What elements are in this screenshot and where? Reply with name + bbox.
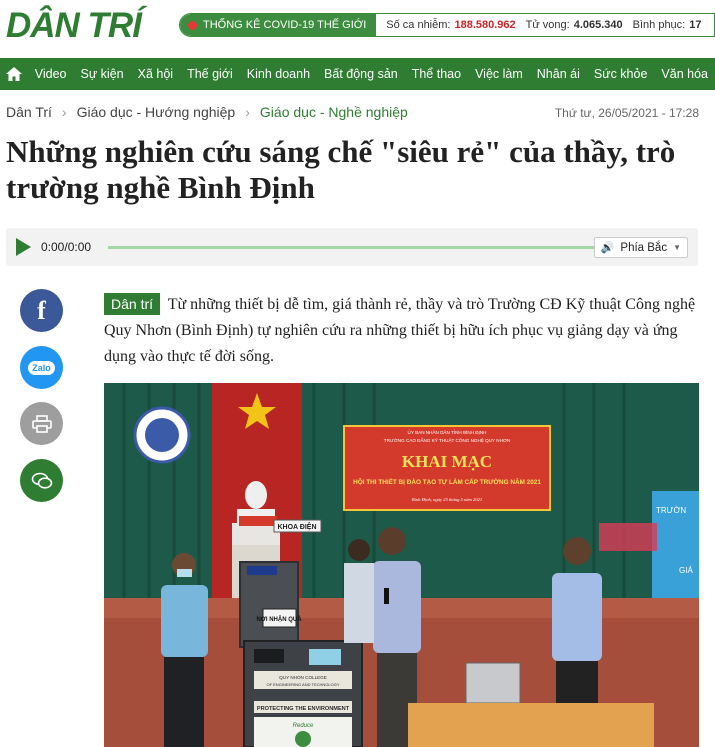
- stat-deaths: Tử vong: 4.065.340: [526, 19, 623, 31]
- stat-cases-label: Số ca nhiễm:: [386, 19, 451, 31]
- brand-tag[interactable]: Dân trí: [104, 293, 161, 315]
- play-icon[interactable]: [16, 238, 31, 256]
- article-lead: Dân trí Từ những thiết bị dễ tìm, giá th…: [104, 292, 700, 370]
- nav-item-su-kien[interactable]: Sự kiện: [74, 67, 131, 81]
- facebook-icon: f: [37, 295, 46, 325]
- stat-recovered: Bình phục: 17: [633, 19, 702, 31]
- flowers: [599, 523, 657, 551]
- home-icon[interactable]: [0, 58, 28, 90]
- publish-date: Thứ tư, 26/05/2021 - 17:28: [554, 106, 699, 120]
- laptop: [465, 662, 521, 704]
- stat-deaths-label: Tử vong:: [525, 19, 570, 31]
- recycle-icon: [295, 731, 311, 747]
- breadcrumb-subsection[interactable]: Giáo dục - Nghề nghiệp: [260, 104, 408, 120]
- voice-select-value: Phía Bắc: [620, 241, 668, 254]
- nav-item-bat-dong-san[interactable]: Bất động sản: [317, 67, 405, 81]
- zalo-text: Zalo: [32, 362, 51, 373]
- voice-select[interactable]: 🔊 Phía Bắc ▼: [593, 237, 688, 258]
- nav-item-the-gioi[interactable]: Thế giới: [180, 67, 240, 81]
- stat-cases: Số ca nhiễm: 188.580.962: [386, 19, 515, 31]
- breadcrumb-home[interactable]: Dân Trí: [6, 104, 52, 120]
- speaker-icon: 🔊: [600, 242, 615, 254]
- podium-sign: KHOA ĐIỆN: [277, 522, 316, 531]
- nav-item-van-hoa[interactable]: Văn hóa: [654, 67, 715, 81]
- audio-player: 0:00/0:00 🔊 Phía Bắc ▼: [6, 228, 698, 266]
- lead-text: Từ những thiết bị dễ tìm, giá thành rẻ, …: [104, 296, 696, 365]
- banner-top1: ỦY BAN NHÂN DÂN TỈNH BÌNH ĐỊNH: [408, 429, 487, 435]
- stat-recovered-value: 17: [689, 19, 702, 31]
- nav-item-viec-lam[interactable]: Việc làm: [468, 67, 530, 81]
- site-logo[interactable]: DÂN TRÍ: [6, 6, 142, 46]
- comment-icon: [31, 472, 52, 489]
- chevron-right-icon: ›: [61, 104, 67, 120]
- machine-college1: QUY NHON COLLEGE: [279, 675, 327, 680]
- main-nav: Video Sự kiện Xã hội Thế giới Kinh doanh…: [0, 58, 715, 90]
- article-photo[interactable]: ỦY BAN NHÂN DÂN TỈNH BÌNH ĐỊNH TRƯỜNG CA…: [104, 383, 699, 747]
- live-dot-icon: [188, 20, 197, 30]
- article-title: Những nghiên cứu sáng chế "siêu rẻ" của …: [6, 134, 676, 205]
- photo-scene: ỦY BAN NHÂN DÂN TỈNH BÌNH ĐỊNH TRƯỜNG CA…: [104, 383, 699, 747]
- audio-progress-track[interactable]: [108, 246, 600, 249]
- zalo-share-button[interactable]: Zalo: [20, 346, 63, 389]
- nav-item-suc-khoe[interactable]: Sức khỏe: [587, 67, 655, 81]
- banner-top2: TRƯỜNG CAO ĐẲNG KỸ THUẬT CÔNG NGHỆ QUY N…: [384, 436, 510, 443]
- screen-text2: GIÁ: [679, 566, 693, 575]
- screen-text1: TRƯỜN: [656, 506, 686, 515]
- nav-item-kinh-doanh[interactable]: Kinh doanh: [240, 67, 317, 81]
- print-button[interactable]: [20, 402, 63, 445]
- machine-label: NƠI NHẬN QUÀ: [256, 616, 302, 623]
- top-header: DÂN TRÍ THỐNG KÊ COVID-19 THẾ GIỚI Số ca…: [0, 0, 715, 52]
- audio-time: 0:00/0:00: [41, 240, 92, 254]
- breadcrumb: Dân Trí › Giáo dục - Hướng nghiệp › Giáo…: [6, 104, 408, 120]
- machine-college2: OF ENGINEERING AND TECHNOLOGY: [266, 682, 339, 687]
- banner-main: KHAI MẠC: [402, 452, 492, 471]
- nav-item-nhan-ai[interactable]: Nhân ái: [530, 67, 587, 81]
- machine-env: PROTECTING THE ENVIRONMENT: [257, 706, 350, 712]
- facebook-share-button[interactable]: f: [20, 289, 63, 332]
- nav-item-xa-hoi[interactable]: Xã hội: [131, 67, 180, 81]
- machine-reduce: Reduce: [293, 723, 314, 729]
- table: [408, 703, 654, 747]
- covid-ticker[interactable]: THỐNG KÊ COVID-19 THẾ GIỚI Số ca nhiễm: 1…: [179, 13, 715, 37]
- covid-label: THỐNG KÊ COVID-19 THẾ GIỚI: [180, 14, 377, 36]
- printer-icon: [31, 414, 52, 433]
- machine-screen: [309, 649, 341, 665]
- chevron-right-icon: ›: [245, 104, 250, 120]
- bust-statue: [245, 481, 267, 509]
- stat-deaths-value: 4.065.340: [573, 19, 623, 31]
- stat-cases-value: 188.580.962: [454, 19, 516, 31]
- nav-item-video[interactable]: Video: [28, 67, 74, 81]
- comment-button[interactable]: [20, 459, 63, 502]
- nav-item-the-thao[interactable]: Thể thao: [405, 67, 468, 81]
- zalo-icon: Zalo: [28, 360, 55, 375]
- covid-label-text: THỐNG KÊ COVID-19 THẾ GIỚI: [203, 19, 367, 31]
- caret-down-icon: ▼: [673, 243, 681, 252]
- breadcrumb-section[interactable]: Giáo dục - Hướng nghiệp: [77, 104, 236, 120]
- stat-recovered-label: Bình phục:: [632, 19, 686, 31]
